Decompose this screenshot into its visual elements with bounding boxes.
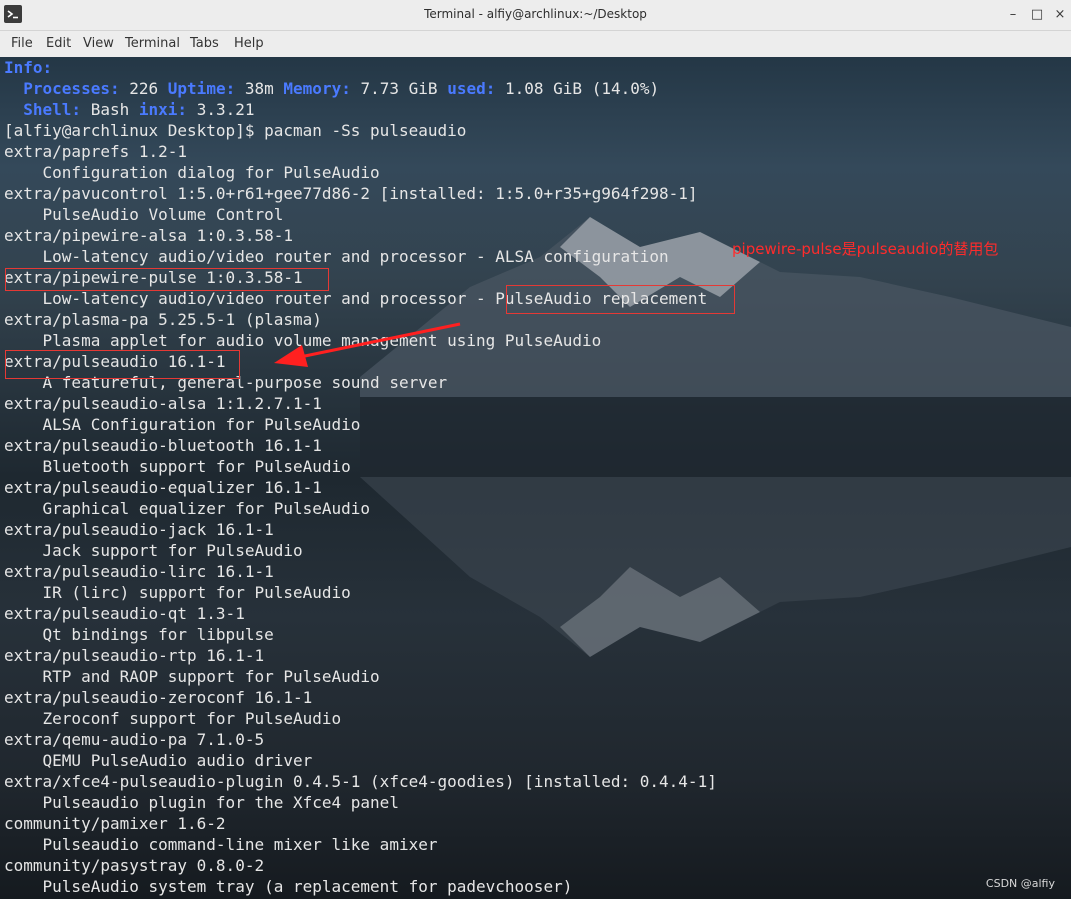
menu-file[interactable]: File: [11, 36, 33, 51]
annotation-arrow: [274, 322, 461, 367]
close-button[interactable]: ×: [1052, 7, 1068, 23]
terminal-area[interactable]: Info: Processes: 226 Uptime: 38m Memory:…: [0, 57, 1071, 899]
window-title: Terminal - alfiy@archlinux:~/Desktop: [424, 7, 647, 21]
menu-terminal[interactable]: Terminal: [125, 36, 180, 51]
menu-view[interactable]: View: [83, 36, 114, 51]
menu-bar: File Edit View Terminal Tabs Help: [0, 31, 1071, 57]
menu-help[interactable]: Help: [234, 36, 264, 51]
maximize-button[interactable]: □: [1029, 7, 1045, 23]
title-bar: Terminal - alfiy@archlinux:~/Desktop – □…: [0, 0, 1071, 31]
menu-edit[interactable]: Edit: [46, 36, 71, 51]
csdn-watermark: CSDN @alfiy: [985, 877, 1055, 890]
menu-tabs[interactable]: Tabs: [190, 36, 219, 51]
minimize-button[interactable]: –: [1005, 7, 1021, 23]
